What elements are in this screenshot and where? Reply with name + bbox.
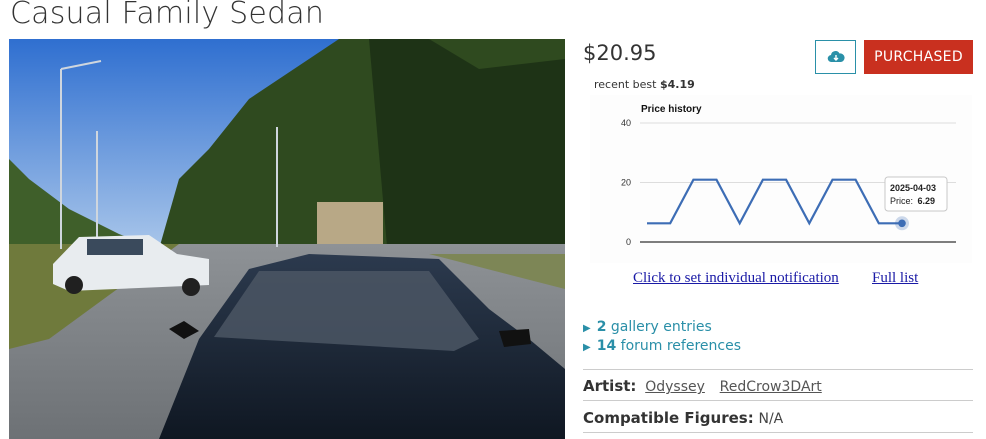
product-image bbox=[9, 39, 565, 439]
divider bbox=[583, 432, 973, 433]
tooltip-price-label: Price: bbox=[890, 196, 913, 206]
price-history-chart: Price history 40 20 0 2025-04-03 Price: 6.… bbox=[590, 95, 972, 263]
chart-title: Price history bbox=[641, 104, 702, 115]
compatible-figures-value: N/A bbox=[758, 411, 784, 427]
purchased-button[interactable]: PURCHASED bbox=[864, 40, 973, 74]
expand-triangle-icon: ▶ bbox=[583, 323, 591, 334]
divider bbox=[583, 400, 973, 401]
recent-best: recent best $4.19 bbox=[594, 78, 695, 91]
gallery-entries-count: 2 bbox=[596, 319, 607, 335]
compatible-figures-row: Compatible Figures: N/A bbox=[583, 409, 783, 427]
y-tick-label: 0 bbox=[626, 237, 631, 247]
artist-link-redcrow[interactable]: RedCrow3DArt bbox=[720, 379, 822, 395]
set-notification-link[interactable]: Click to set individual notification bbox=[633, 270, 839, 287]
forum-references-label: forum references bbox=[620, 338, 741, 354]
gallery-entries-link[interactable]: ▶ 2 gallery entries bbox=[583, 319, 712, 335]
forum-references-link[interactable]: ▶ 14 forum references bbox=[583, 338, 741, 354]
full-list-link[interactable]: Full list bbox=[872, 270, 918, 287]
tooltip-price: Price: 6.29 bbox=[890, 196, 935, 206]
product-title: Casual Family Sedan bbox=[10, 0, 325, 31]
artist-row: Artist: Odyssey RedCrow3DArt bbox=[583, 377, 822, 395]
chart-tooltip: 2025-04-03 Price: 6.29 bbox=[884, 176, 948, 212]
divider bbox=[583, 369, 973, 370]
price-history-line bbox=[647, 178, 902, 226]
tooltip-date: 2025-04-03 bbox=[890, 183, 936, 193]
product-price: $20.95 bbox=[583, 41, 657, 65]
artist-label: Artist: bbox=[583, 377, 637, 395]
price-history-svg: Price history 40 20 0 2025-04-03 Price: 6.… bbox=[621, 104, 956, 247]
price-point-highlight[interactable] bbox=[895, 216, 909, 231]
forum-references-count: 14 bbox=[596, 338, 617, 354]
recent-best-label: recent best bbox=[594, 78, 657, 91]
download-button[interactable] bbox=[815, 40, 856, 74]
cloud-download-icon bbox=[827, 51, 845, 63]
expand-triangle-icon: ▶ bbox=[583, 342, 591, 353]
compatible-figures-label: Compatible Figures: bbox=[583, 409, 754, 427]
artist-link-odyssey[interactable]: Odyssey bbox=[645, 379, 705, 395]
highlight-point[interactable] bbox=[898, 219, 906, 228]
y-tick-label: 20 bbox=[621, 178, 631, 188]
gallery-entries-label: gallery entries bbox=[610, 319, 712, 335]
recent-best-value: $4.19 bbox=[659, 78, 695, 91]
tooltip-price-value: 6.29 bbox=[918, 196, 936, 206]
y-tick-label: 40 bbox=[621, 118, 631, 128]
